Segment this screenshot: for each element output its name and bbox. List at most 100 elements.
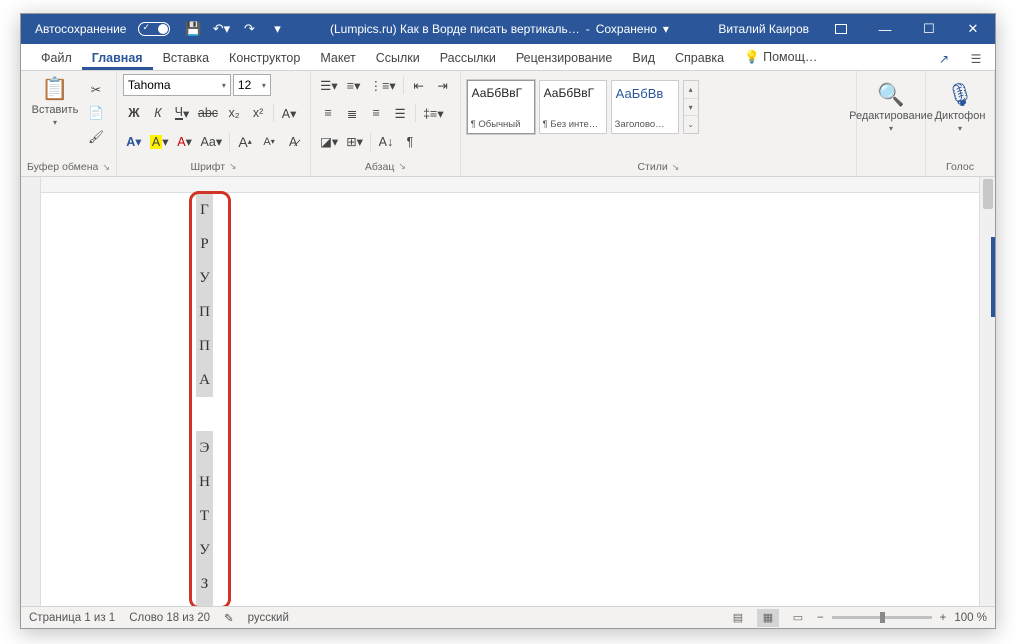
close-button[interactable]: ✕ bbox=[951, 14, 995, 44]
vertical-char: Н bbox=[196, 465, 213, 499]
quick-access-toolbar: 💾 ↶▾ ↷ ▾ bbox=[180, 15, 290, 43]
borders-button[interactable]: ⊞▾ bbox=[343, 131, 366, 153]
tab-file[interactable]: Файл bbox=[31, 47, 82, 70]
document-page[interactable]: ГРУППАЭНТУЗи bbox=[41, 193, 979, 606]
vertical-char: З bbox=[196, 567, 213, 601]
align-left-button[interactable]: ≡ bbox=[317, 102, 339, 124]
grow-font-button[interactable]: A▴ bbox=[234, 131, 256, 153]
undo-icon[interactable]: ↶▾ bbox=[208, 15, 234, 43]
tab-insert[interactable]: Вставка bbox=[153, 47, 219, 70]
justify-button[interactable]: ☰ bbox=[389, 102, 411, 124]
font-color-button[interactable]: A▾ bbox=[174, 131, 196, 153]
clear-formatting-button[interactable]: A̷ bbox=[282, 131, 304, 153]
tab-design[interactable]: Конструктор bbox=[219, 47, 310, 70]
tab-layout[interactable]: Макет bbox=[310, 47, 365, 70]
style-normal[interactable]: АаБбВвГ ¶ Обычный bbox=[467, 80, 535, 134]
view-web-icon[interactable]: ▭ bbox=[787, 609, 809, 627]
styles-gallery-more[interactable]: ▴▾⌄ bbox=[683, 80, 699, 134]
scrollbar-thumb[interactable] bbox=[983, 179, 993, 209]
font-name-combo[interactable]: Tahoma▾ bbox=[123, 74, 231, 96]
status-page[interactable]: Страница 1 из 1 bbox=[29, 612, 115, 624]
saved-status: Сохранено bbox=[596, 22, 657, 36]
view-read-icon[interactable]: ▤ bbox=[727, 609, 749, 627]
italic-button[interactable]: К bbox=[147, 102, 169, 124]
bold-button[interactable]: Ж bbox=[123, 102, 145, 124]
vertical-char: П bbox=[196, 329, 213, 363]
tab-help[interactable]: Справка bbox=[665, 47, 734, 70]
shrink-font-button[interactable]: A▾ bbox=[258, 131, 280, 153]
bullets-button[interactable]: ☰▾ bbox=[317, 74, 340, 96]
subscript-button[interactable]: x₂ bbox=[223, 102, 245, 124]
app-window: Автосохранение 💾 ↶▾ ↷ ▾ (Lumpics.ru) Как… bbox=[20, 13, 996, 629]
vertical-char: А bbox=[196, 363, 213, 397]
clipboard-icon: 📋 bbox=[41, 76, 68, 102]
editing-button[interactable]: 🔍 Редактирование ▾ bbox=[863, 80, 919, 135]
clipboard-dialog-icon[interactable]: ↘ bbox=[102, 162, 110, 173]
superscript-button[interactable]: x² bbox=[247, 102, 269, 124]
font-dialog-icon[interactable]: ↘ bbox=[229, 161, 237, 172]
align-center-button[interactable]: ≣ bbox=[341, 102, 363, 124]
zoom-level[interactable]: 100 % bbox=[954, 612, 987, 624]
font-size-combo[interactable]: 12▾ bbox=[233, 74, 271, 96]
text-effects-button[interactable]: A▾ bbox=[278, 102, 300, 124]
dictate-button[interactable]: 🎙 Диктофон ▾ bbox=[932, 80, 988, 135]
vertical-text-selection[interactable]: ГРУППАЭНТУЗи bbox=[196, 193, 213, 606]
document-area: ГРУППАЭНТУЗи bbox=[21, 177, 995, 606]
pilcrow-button[interactable]: ¶ bbox=[399, 131, 421, 153]
ribbon-display-icon[interactable] bbox=[819, 14, 863, 44]
style-heading1[interactable]: АаБбВв Заголово… bbox=[611, 80, 679, 134]
tab-references[interactable]: Ссылки bbox=[366, 47, 430, 70]
styles-dialog-icon[interactable]: ↘ bbox=[672, 162, 680, 173]
user-name[interactable]: Виталий Каиров bbox=[708, 22, 819, 36]
change-case-button[interactable]: Aa▾ bbox=[198, 131, 226, 153]
group-editing: 🔍 Редактирование ▾ bbox=[857, 71, 926, 176]
group-label-paragraph: Абзац bbox=[365, 161, 394, 173]
tab-tellme[interactable]: 💡 Помощ… bbox=[734, 46, 827, 70]
vertical-scrollbar[interactable] bbox=[979, 177, 995, 606]
status-language[interactable]: русский bbox=[248, 612, 289, 624]
view-print-icon[interactable]: ▦ bbox=[757, 609, 779, 627]
tab-mailings[interactable]: Рассылки bbox=[430, 47, 506, 70]
decrease-indent-button[interactable]: ⇤ bbox=[408, 74, 430, 96]
vertical-ruler[interactable] bbox=[21, 177, 41, 606]
vertical-char: Г bbox=[196, 193, 213, 227]
redo-icon[interactable]: ↷ bbox=[236, 15, 262, 43]
minimize-button[interactable]: — bbox=[863, 14, 907, 44]
increase-indent-button[interactable]: ⇥ bbox=[432, 74, 454, 96]
font-effects-button[interactable]: A▾ bbox=[123, 131, 145, 153]
zoom-in-button[interactable]: + bbox=[940, 612, 947, 624]
group-label-styles: Стили bbox=[637, 161, 667, 173]
status-proofing-icon[interactable]: ✎ bbox=[224, 611, 234, 625]
format-painter-icon[interactable]: 🖌 bbox=[85, 126, 107, 148]
autosave-toggle[interactable] bbox=[138, 22, 170, 36]
tab-review[interactable]: Рецензирование bbox=[506, 47, 623, 70]
paste-button[interactable]: 📋 Вставить ▾ bbox=[27, 74, 83, 129]
maximize-button[interactable]: ☐ bbox=[907, 14, 951, 44]
zoom-out-button[interactable]: − bbox=[817, 612, 824, 624]
share-button[interactable]: ↗ bbox=[931, 48, 957, 70]
sort-button[interactable]: А↓ bbox=[375, 131, 397, 153]
line-spacing-button[interactable]: ‡≡▾ bbox=[420, 102, 447, 124]
copy-icon[interactable]: 📄 bbox=[85, 102, 107, 124]
paragraph-dialog-icon[interactable]: ↘ bbox=[398, 161, 406, 172]
shading-button[interactable]: ◪▾ bbox=[317, 131, 341, 153]
highlight-button[interactable]: A▾ bbox=[147, 131, 172, 153]
style-no-spacing[interactable]: АаБбВвГ ¶ Без инте… bbox=[539, 80, 607, 134]
save-icon[interactable]: 💾 bbox=[180, 15, 206, 43]
strike-button[interactable]: abc bbox=[195, 102, 221, 124]
vertical-char: У bbox=[196, 533, 213, 567]
qat-more-icon[interactable]: ▾ bbox=[264, 15, 290, 43]
multilevel-button[interactable]: ⋮≡▾ bbox=[367, 74, 399, 96]
underline-button[interactable]: Ч▾ bbox=[171, 102, 193, 124]
numbering-button[interactable]: ≡▾ bbox=[343, 74, 365, 96]
horizontal-ruler[interactable] bbox=[41, 177, 979, 193]
group-font: Tahoma▾ 12▾ Ж К Ч▾ abc x₂ x² A▾ A▾ A▾ A▾… bbox=[117, 71, 311, 176]
vertical-char: Т bbox=[196, 499, 213, 533]
align-right-button[interactable]: ≡ bbox=[365, 102, 387, 124]
status-words[interactable]: Слово 18 из 20 bbox=[129, 612, 210, 624]
tab-view[interactable]: Вид bbox=[622, 47, 665, 70]
zoom-slider[interactable] bbox=[832, 616, 932, 619]
cut-icon[interactable]: ✂ bbox=[85, 78, 107, 100]
comments-button[interactable]: ☰ bbox=[963, 48, 989, 70]
tab-home[interactable]: Главная bbox=[82, 47, 153, 70]
